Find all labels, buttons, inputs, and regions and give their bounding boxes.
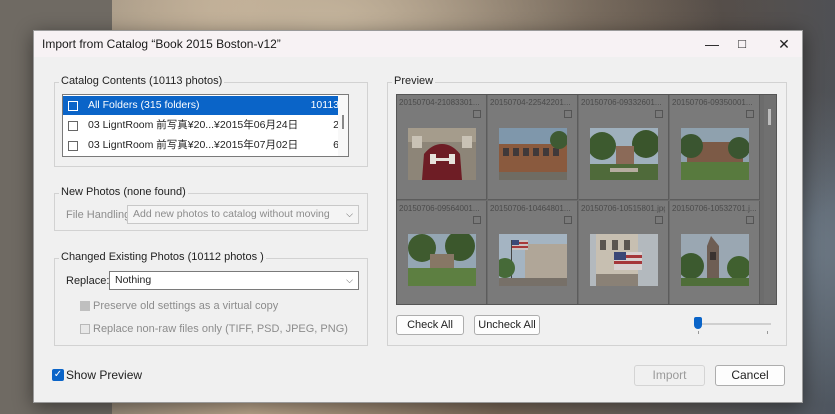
preview-scrollbar[interactable]	[764, 95, 776, 304]
preview-label: Preview	[392, 75, 436, 87]
thumbnail-filename: 20150706-09332601...	[581, 98, 662, 107]
thumbnail-filename: 20150706-09564001...	[399, 204, 480, 213]
folder-row[interactable]: 03 LigntRoom 前写真¥20...¥2015年06月24日 2	[63, 116, 346, 135]
folder-row[interactable]: 03 LigntRoom 前写真¥20...¥2015年07月02日 6	[63, 136, 346, 155]
thumbnail-filename: 20150706-10515801.jpg	[581, 204, 665, 213]
photo-building-brick	[499, 128, 567, 180]
thumbnail-checkbox[interactable]	[473, 110, 481, 118]
replace-value: Nothing	[115, 274, 152, 286]
replace-dropdown[interactable]: Nothing ⌵	[109, 271, 359, 290]
thumbnail-cell[interactable]: 20150706-10464801...	[488, 201, 578, 304]
thumbnail-checkbox[interactable]	[746, 110, 754, 118]
show-preview-label: Show Preview	[66, 368, 143, 382]
folder-list[interactable]: All Folders (315 folders) 10113 03 Lignt…	[62, 94, 349, 157]
import-from-catalog-dialog: Import from Catalog “Book 2015 Boston-v1…	[33, 30, 803, 403]
photo-church-tower	[681, 234, 749, 286]
folder-row-all[interactable]: All Folders (315 folders) 10113	[63, 96, 346, 115]
chevron-down-icon: ⌵	[346, 275, 353, 285]
thumbnail-cell[interactable]: 20150706-10532701.j...	[670, 201, 760, 304]
scrollbar-thumb[interactable]	[342, 115, 344, 129]
photo-campus-lawn	[408, 234, 476, 286]
zoom-slider-handle[interactable]	[694, 317, 702, 329]
replace-label: Replace:	[66, 275, 110, 287]
title-bar: Import from Catalog “Book 2015 Boston-v1…	[34, 31, 802, 57]
nonraw-checkbox[interactable]	[80, 324, 90, 334]
thumbnail-cell[interactable]: 20150704-22542201...	[488, 95, 578, 200]
thumbnail-checkbox[interactable]	[564, 110, 572, 118]
new-photos-label: New Photos (none found)	[59, 186, 188, 198]
file-handling-label: File Handling:	[66, 209, 134, 221]
folder-count: 10113	[310, 99, 339, 111]
photo-person-hoodie	[408, 128, 476, 180]
file-handling-dropdown[interactable]: Add new photos to catalog without moving…	[127, 205, 359, 224]
thumbnail-cell[interactable]: 20150706-09332601...	[579, 95, 669, 200]
changed-photos-label: Changed Existing Photos (10112 photos )	[59, 251, 266, 263]
thumbnail-cell[interactable]: 20150706-09564001...	[397, 201, 487, 304]
folder-checkbox[interactable]	[68, 141, 78, 151]
slider-tick	[767, 331, 768, 334]
folder-name: All Folders (315 folders)	[88, 99, 200, 111]
thumbnail-filename: 20150706-09350001...	[672, 98, 753, 107]
thumbnail-filename: 20150704-22542201...	[490, 98, 571, 107]
preview-grid[interactable]: 20150704-21083301... 20150704-22542201..…	[396, 94, 777, 305]
photo-campus-trees	[590, 128, 658, 180]
scrollbar-thumb[interactable]	[768, 109, 771, 125]
folder-checkbox[interactable]	[68, 121, 78, 131]
thumbnail-checkbox[interactable]	[655, 110, 663, 118]
import-button[interactable]: Import	[634, 365, 705, 386]
cancel-button[interactable]: Cancel	[715, 365, 785, 386]
thumbnail-filename: 20150706-10532701.j...	[672, 204, 756, 213]
folder-name: 03 LigntRoom 前写真¥20...¥2015年07月02日	[88, 139, 299, 151]
uncheck-all-button[interactable]: Uncheck All	[474, 315, 540, 335]
photo-flag-building	[590, 234, 658, 286]
thumbnail-checkbox[interactable]	[473, 216, 481, 224]
show-preview-checkbox[interactable]: ✓	[52, 369, 64, 381]
thumbnail-filename: 20150704-21083301...	[399, 98, 480, 107]
preserve-label: Preserve old settings as a virtual copy	[93, 300, 279, 312]
window-title: Import from Catalog “Book 2015 Boston-v1…	[42, 37, 281, 51]
thumbnail-checkbox[interactable]	[746, 216, 754, 224]
folder-name: 03 LigntRoom 前写真¥20...¥2015年06月24日	[88, 119, 299, 131]
thumbnail-checkbox[interactable]	[564, 216, 572, 224]
photo-campus-lawn	[681, 128, 749, 180]
folder-list-scrollbar[interactable]	[338, 95, 348, 156]
thumbnail-checkbox[interactable]	[655, 216, 663, 224]
maximize-button[interactable]: □	[724, 31, 760, 57]
slider-tick	[698, 331, 699, 334]
folder-checkbox[interactable]	[68, 101, 78, 111]
photo-flag-building	[499, 234, 567, 286]
thumbnail-filename: 20150706-10464801...	[490, 204, 571, 213]
chevron-down-icon: ⌵	[346, 209, 353, 219]
thumbnail-cell[interactable]: 20150704-21083301...	[397, 95, 487, 200]
zoom-slider-track[interactable]	[698, 323, 771, 325]
check-all-button[interactable]: Check All	[396, 315, 464, 335]
thumbnail-cell[interactable]: 20150706-10515801.jpg	[579, 201, 669, 304]
nonraw-label: Replace non-raw files only (TIFF, PSD, J…	[93, 323, 348, 335]
close-button[interactable]: ✕	[766, 31, 802, 57]
catalog-contents-label: Catalog Contents (10113 photos)	[59, 75, 225, 87]
file-handling-value: Add new photos to catalog without moving	[133, 208, 330, 220]
thumbnail-cell[interactable]: 20150706-09350001...	[670, 95, 760, 200]
preserve-checkbox[interactable]	[80, 301, 90, 311]
